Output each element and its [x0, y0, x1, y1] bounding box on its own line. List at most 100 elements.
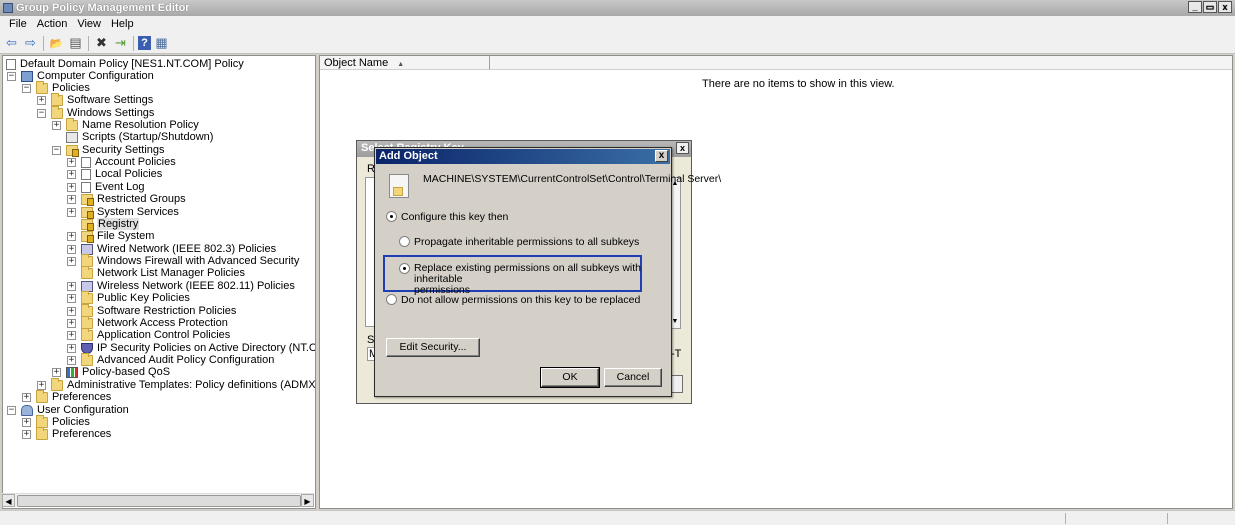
- properties-icon[interactable]: ▦: [153, 35, 170, 52]
- menu-help[interactable]: Help: [106, 16, 139, 33]
- tree-item-name-resolution-policy[interactable]: + Name Resolution Policy: [52, 117, 199, 131]
- tree-item-event-log[interactable]: + Event Log: [67, 181, 145, 193]
- delete-icon[interactable]: ✖: [93, 35, 110, 52]
- radio-icon[interactable]: [386, 294, 397, 305]
- cancel-button[interactable]: Cancel: [604, 368, 662, 387]
- tree-item-scripts[interactable]: Scripts (Startup/Shutdown): [52, 131, 213, 143]
- ok-button[interactable]: OK: [540, 367, 600, 388]
- expand-icon[interactable]: +: [67, 330, 76, 340]
- tree-item-public-key-policies[interactable]: + Public Key Policies: [67, 290, 190, 304]
- no-replace-option[interactable]: Do not allow permissions on this key to …: [386, 294, 640, 306]
- tree-item-account-policies[interactable]: + Account Policies: [67, 156, 176, 168]
- expand-icon[interactable]: +: [67, 182, 76, 192]
- close-icon[interactable]: x: [655, 150, 668, 162]
- tree-item-advanced-audit[interactable]: + Advanced Audit Policy Configuration: [67, 352, 274, 366]
- security-folder-icon: [81, 230, 94, 243]
- expand-icon[interactable]: +: [37, 95, 46, 105]
- tree-item-application-control[interactable]: + Application Control Policies: [67, 327, 231, 341]
- radio-selected-icon[interactable]: [386, 211, 397, 222]
- edit-security-button[interactable]: Edit Security...: [386, 338, 480, 357]
- collapse-icon[interactable]: −: [37, 108, 46, 118]
- scroll-right-icon[interactable]: ▶: [301, 494, 314, 507]
- tree-item-root[interactable]: Default Domain Policy [NES1.NT.COM] Poli…: [6, 58, 244, 70]
- expand-icon[interactable]: +: [22, 417, 31, 427]
- expand-icon[interactable]: +: [67, 244, 76, 254]
- radio-icon[interactable]: [399, 236, 410, 247]
- collapse-icon[interactable]: −: [52, 145, 61, 155]
- show-hide-tree-icon[interactable]: ▤: [67, 35, 84, 52]
- expand-icon[interactable]: +: [67, 256, 76, 266]
- tree-item-policy-based-qos[interactable]: + Policy-based QoS: [52, 366, 170, 378]
- back-icon[interactable]: ⇦: [3, 35, 20, 52]
- policy-icon: [81, 156, 91, 168]
- expand-icon[interactable]: +: [67, 207, 76, 217]
- tree-item-software-settings[interactable]: + Software Settings: [37, 92, 153, 106]
- tree-item-network-list-manager[interactable]: Network List Manager Policies: [67, 265, 245, 279]
- close-icon[interactable]: x: [676, 142, 689, 154]
- tree-horizontal-scrollbar[interactable]: ◀ ▶: [2, 493, 314, 507]
- configure-key-option[interactable]: Configure this key then: [386, 211, 508, 223]
- tree-item-computer-configuration[interactable]: − Computer Configuration: [7, 70, 154, 82]
- tree-item-restricted-groups[interactable]: + Restricted Groups: [67, 193, 186, 206]
- replace-permissions-option[interactable]: Replace existing permissions on all subk…: [399, 263, 671, 296]
- tree-item-file-system[interactable]: + File System: [67, 230, 154, 243]
- tree-item-wired-network[interactable]: + Wired Network (IEEE 802.3) Policies: [67, 243, 276, 255]
- app-icon: [3, 3, 13, 13]
- propagate-option[interactable]: Propagate inheritable permissions to all…: [399, 236, 639, 248]
- tree-item-network-access-protection[interactable]: + Network Access Protection: [67, 315, 228, 329]
- expand-icon[interactable]: +: [67, 157, 76, 167]
- tree-item-ip-security[interactable]: + IP Security Policies on Active Directo…: [67, 342, 315, 354]
- tree-item-user-policies[interactable]: + Policies: [22, 414, 90, 428]
- expand-icon[interactable]: +: [67, 194, 76, 204]
- expand-icon[interactable]: +: [67, 293, 76, 303]
- tree-item-label: Application Control Policies: [97, 329, 231, 341]
- tree-item-local-policies[interactable]: + Local Policies: [67, 168, 162, 180]
- toolbar-separator: [43, 35, 44, 51]
- expand-icon[interactable]: +: [67, 231, 76, 241]
- tree-item-administrative-templates[interactable]: + Administrative Templates: Policy defin…: [37, 377, 315, 391]
- scrollbar-thumb[interactable]: [17, 495, 301, 507]
- menu-view[interactable]: View: [72, 16, 106, 33]
- radio-selected-icon[interactable]: [399, 263, 410, 274]
- expand-icon[interactable]: +: [52, 120, 61, 130]
- collapse-icon[interactable]: −: [22, 83, 31, 93]
- expand-icon[interactable]: +: [37, 380, 46, 390]
- expand-icon[interactable]: +: [52, 367, 61, 377]
- tree-item-registry[interactable]: Registry: [67, 218, 140, 231]
- tree-item-label: Policies: [52, 416, 90, 428]
- tree-item-security-settings[interactable]: − Security Settings: [52, 144, 165, 157]
- expand-icon[interactable]: +: [67, 355, 76, 365]
- help-icon[interactable]: ?: [138, 36, 151, 50]
- export-list-icon[interactable]: ⇥: [112, 35, 129, 52]
- menu-file[interactable]: File: [4, 16, 32, 33]
- expand-icon[interactable]: +: [67, 169, 76, 179]
- tree-item-system-services[interactable]: + System Services: [67, 206, 179, 219]
- minimize-button[interactable]: _: [1188, 1, 1202, 13]
- background-dialog-button[interactable]: [671, 375, 683, 393]
- tree-item-computer-preferences[interactable]: + Preferences: [22, 389, 111, 403]
- tree-item-user-configuration[interactable]: − User Configuration: [7, 404, 129, 416]
- expand-icon[interactable]: +: [67, 343, 76, 353]
- scroll-left-icon[interactable]: ◀: [2, 494, 15, 507]
- up-folder-icon[interactable]: 📂: [48, 35, 65, 52]
- collapse-icon[interactable]: −: [7, 405, 16, 415]
- restore-button[interactable]: ▭: [1203, 1, 1217, 13]
- expand-icon[interactable]: +: [22, 392, 31, 402]
- expand-icon[interactable]: +: [67, 306, 76, 316]
- tree-item-windows-firewall[interactable]: + Windows Firewall with Advanced Securit…: [67, 253, 299, 267]
- tree-item-windows-settings[interactable]: − Windows Settings: [37, 105, 154, 119]
- toolbar-separator: [133, 35, 134, 51]
- tree-item-wireless-network[interactable]: + Wireless Network (IEEE 802.11) Policie…: [67, 280, 295, 292]
- expand-icon[interactable]: +: [67, 281, 76, 291]
- column-header-object-name[interactable]: Object Name ▲: [320, 56, 490, 70]
- menu-bar: File Action View Help: [0, 16, 1235, 33]
- tree-item-user-preferences[interactable]: + Preferences: [22, 426, 111, 440]
- collapse-icon[interactable]: −: [7, 71, 16, 81]
- expand-icon[interactable]: +: [22, 429, 31, 439]
- menu-action[interactable]: Action: [32, 16, 73, 33]
- expand-icon[interactable]: +: [67, 318, 76, 328]
- close-button[interactable]: x: [1218, 1, 1232, 13]
- forward-icon[interactable]: ⇨: [22, 35, 39, 52]
- tree-item-software-restriction[interactable]: + Software Restriction Policies: [67, 303, 236, 317]
